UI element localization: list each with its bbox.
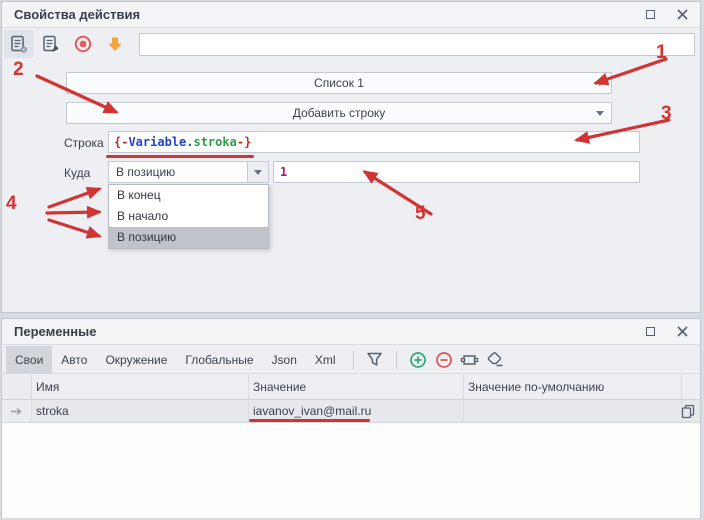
row-selector-arrow-icon — [10, 407, 23, 416]
add-variable-button[interactable] — [405, 347, 431, 373]
variables-panel-titlebar: Переменные — [2, 319, 700, 345]
dropdown-option-konec[interactable]: В конец — [109, 185, 268, 206]
eraser-icon — [486, 351, 505, 368]
remove-variable-button[interactable] — [431, 347, 457, 373]
annotation-underline-value — [249, 419, 370, 422]
maximize-icon — [646, 327, 655, 336]
operation-combo[interactable]: Добавить строку — [66, 102, 612, 124]
tab-json[interactable]: Json — [263, 346, 306, 374]
tab-okruzhenie[interactable]: Окружение — [96, 346, 176, 374]
close-button[interactable] — [677, 9, 688, 20]
arrow-down-button[interactable] — [100, 30, 130, 58]
record-icon — [73, 34, 93, 54]
annotation-underline-stroka — [106, 155, 254, 158]
stroka-field[interactable]: {-Variable.stroka-} — [108, 131, 640, 153]
screen: Свойства действия — [0, 0, 704, 520]
variables-table-header: Имя Значение Значение по-умолчанию — [2, 375, 700, 400]
action-search-input[interactable] — [139, 33, 695, 56]
column-header-name[interactable]: Имя — [32, 375, 249, 399]
variables-tabbar: Свои Авто Окружение Глобальные Json Xml — [2, 346, 700, 374]
column-header-value[interactable]: Значение — [249, 375, 464, 399]
copy-icon — [681, 404, 695, 419]
header-gutter — [2, 375, 32, 399]
remove-icon — [435, 351, 453, 369]
operation-combo-value: Добавить строку — [293, 106, 386, 120]
action-panel-title: Свойства действия — [14, 7, 140, 22]
document-edit-icon — [41, 34, 62, 55]
document-edit-button[interactable] — [36, 30, 66, 58]
toolbar-separator — [353, 351, 354, 369]
dropdown-option-nachalo[interactable]: В начало — [109, 206, 268, 227]
tab-svoi[interactable]: Свои — [6, 346, 52, 374]
target-list-combo[interactable]: Список 1 — [66, 72, 612, 94]
edit-icon — [460, 352, 479, 368]
edit-variable-button[interactable] — [457, 347, 483, 373]
action-panel-titlebar: Свойства действия — [2, 2, 700, 28]
chevron-down-icon — [254, 170, 262, 175]
document-settings-button[interactable] — [4, 30, 34, 58]
variables-panel-title: Переменные — [14, 324, 96, 339]
toolbar-separator — [396, 351, 397, 369]
add-icon — [409, 351, 427, 369]
document-settings-icon — [9, 34, 30, 55]
copy-value-button[interactable] — [679, 403, 697, 420]
kuda-dropdown-list: В конец В начало В позицию — [108, 184, 269, 249]
kuda-label: Куда — [64, 166, 90, 180]
stroka-value-object: Variable. — [128, 135, 193, 149]
kuda-combo[interactable]: В позицию — [108, 161, 269, 183]
variables-table: Имя Значение Значение по-умолчанию strok… — [2, 375, 700, 518]
target-list-combo-value: Список 1 — [314, 76, 364, 90]
stroka-value-close: -} — [237, 135, 251, 149]
header-spacer — [682, 375, 700, 399]
action-properties-panel: Свойства действия — [1, 1, 701, 313]
stroka-value-member: stroka — [193, 135, 236, 149]
close-icon — [677, 9, 688, 20]
cell-variable-default[interactable] — [464, 400, 682, 422]
dropdown-option-poziciyu[interactable]: В позицию — [109, 227, 268, 248]
filter-icon — [366, 351, 384, 368]
stroka-value-open: {- — [114, 135, 128, 149]
clear-variables-button[interactable] — [483, 347, 509, 373]
variables-panel: Переменные Свои Авто Окружение Глобальны… — [1, 318, 701, 518]
column-header-default[interactable]: Значение по-умолчанию — [464, 375, 682, 399]
kuda-combo-value: В позицию — [116, 165, 175, 179]
maximize-button[interactable] — [646, 327, 655, 336]
position-input[interactable] — [273, 161, 640, 183]
tab-globalnye[interactable]: Глобальные — [176, 346, 262, 374]
maximize-icon — [646, 10, 655, 19]
filter-button[interactable] — [362, 347, 388, 373]
close-button[interactable] — [677, 326, 688, 337]
maximize-button[interactable] — [646, 10, 655, 19]
row-selector-cell — [2, 400, 32, 422]
chevron-down-icon — [596, 81, 604, 86]
stroka-label: Строка — [64, 136, 104, 150]
cell-variable-name[interactable]: stroka — [32, 400, 249, 422]
kuda-combo-dropdown-button[interactable] — [247, 162, 268, 182]
record-button[interactable] — [68, 30, 98, 58]
chevron-down-icon — [596, 111, 604, 116]
tab-avto[interactable]: Авто — [52, 346, 96, 374]
table-empty-area — [2, 423, 700, 518]
close-icon — [677, 326, 688, 337]
tab-xml[interactable]: Xml — [306, 346, 345, 374]
arrow-down-icon — [105, 34, 125, 54]
